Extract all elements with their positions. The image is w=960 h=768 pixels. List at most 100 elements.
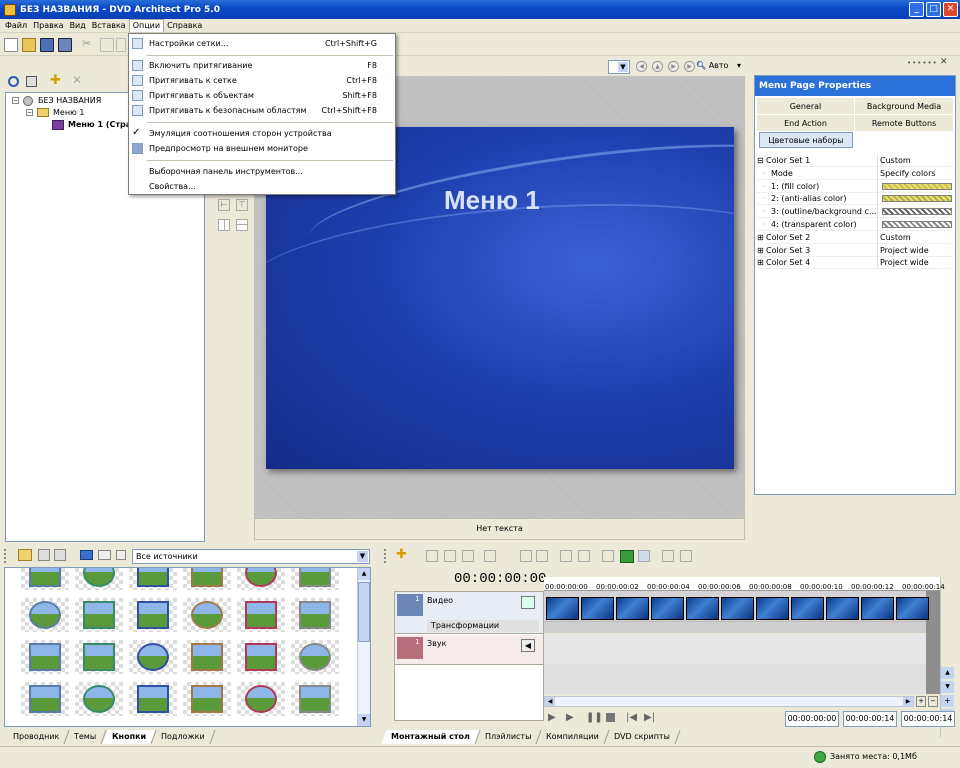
video-frame[interactable] bbox=[861, 597, 894, 620]
property-value[interactable]: Project wide bbox=[877, 243, 953, 257]
property-value[interactable]: Custom bbox=[877, 154, 953, 167]
color-swatch[interactable] bbox=[882, 182, 952, 190]
menu-title[interactable]: Меню 1 bbox=[444, 185, 540, 216]
new-icon[interactable] bbox=[4, 38, 18, 52]
button-thumbnail[interactable] bbox=[129, 568, 177, 590]
property-value[interactable]: Project wide bbox=[877, 256, 953, 270]
property-row[interactable]: · 3: (outline/background c... bbox=[757, 205, 953, 219]
property-value[interactable]: Specify colors bbox=[877, 166, 953, 180]
grid-v-icon[interactable] bbox=[236, 219, 248, 231]
menu-grid-settings[interactable]: Настройки сетки... Ctrl+Shift+G bbox=[129, 36, 395, 51]
button-thumbnail[interactable] bbox=[237, 640, 285, 674]
menu-aspect-emulation[interactable]: ✓ Эмуляция соотношения сторон устройства bbox=[129, 126, 395, 141]
next-icon[interactable]: ▶ bbox=[668, 61, 679, 72]
selection-start[interactable]: 00:00:00:00 bbox=[785, 711, 839, 727]
expand-icon[interactable]: ⊟ bbox=[757, 154, 764, 167]
play-from-start-icon[interactable]: ▶ bbox=[548, 712, 556, 723]
expand-icon[interactable]: ⊞ bbox=[757, 231, 764, 244]
tree-root[interactable]: БЕЗ НАЗВАНИЯ bbox=[38, 96, 101, 105]
grid-h-icon[interactable] bbox=[218, 219, 230, 231]
button-thumbnail[interactable] bbox=[129, 640, 177, 674]
color-swatch[interactable] bbox=[882, 221, 952, 228]
timeline-hscroll[interactable]: ◀ ▶ bbox=[544, 696, 914, 707]
target-icon[interactable] bbox=[8, 76, 19, 87]
video-frame[interactable] bbox=[721, 597, 754, 620]
speaker-icon[interactable]: ◀ bbox=[521, 639, 535, 652]
folder-up-icon[interactable] bbox=[18, 549, 32, 561]
menu-customize-toolbar[interactable]: Выборочная панель инструментов... bbox=[129, 164, 395, 179]
add-icon[interactable]: ✚ bbox=[50, 73, 61, 88]
button-thumbnail[interactable] bbox=[21, 598, 69, 632]
button-thumbnail[interactable] bbox=[183, 682, 231, 716]
chevron-down-icon[interactable]: ▼ bbox=[357, 551, 368, 562]
video-frame[interactable] bbox=[791, 597, 824, 620]
video-frame[interactable] bbox=[686, 597, 719, 620]
tab-backgrounds[interactable]: Подложки bbox=[151, 730, 215, 744]
button-thumbnail[interactable] bbox=[75, 682, 123, 716]
prev-icon[interactable]: ◀ bbox=[636, 61, 647, 72]
view-list-icon[interactable] bbox=[116, 550, 126, 560]
tool-icon[interactable] bbox=[578, 550, 590, 562]
tool-icon[interactable] bbox=[638, 550, 650, 562]
transform-label[interactable]: Трансформации bbox=[427, 620, 539, 632]
transform-lane[interactable] bbox=[544, 621, 940, 633]
menu-enable-snap[interactable]: Включить притягивание F8 bbox=[129, 58, 395, 73]
up-icon[interactable]: ▲ bbox=[652, 61, 663, 72]
preview-select[interactable]: ▼ bbox=[608, 60, 630, 74]
close-panel-icon[interactable]: ✕ bbox=[940, 57, 948, 67]
property-row[interactable]: · 4: (transparent color) bbox=[757, 218, 953, 231]
tab-end-action[interactable]: End Action bbox=[757, 115, 854, 131]
button-thumbnail[interactable] bbox=[291, 682, 339, 716]
menu-snap-objects[interactable]: Притягивать к объектам Shift+F8 bbox=[129, 88, 395, 103]
save-icon[interactable] bbox=[40, 38, 54, 52]
view-small-icon[interactable] bbox=[98, 550, 111, 560]
add-track-icon[interactable]: ✚ bbox=[396, 547, 407, 562]
menu-help[interactable]: Справка bbox=[164, 19, 205, 33]
go-start-icon[interactable]: |◀ bbox=[626, 712, 637, 723]
snap-icon[interactable] bbox=[620, 550, 634, 563]
tab-themes[interactable]: Темы bbox=[64, 730, 108, 744]
menu-edit[interactable]: Правка bbox=[30, 19, 66, 33]
property-row[interactable]: · 2: (anti-alias color) bbox=[757, 192, 953, 206]
folder-new-icon[interactable] bbox=[38, 549, 50, 561]
zoom-control[interactable]: 🔍︎ Авто ▾ bbox=[696, 59, 748, 73]
tool-icon[interactable] bbox=[680, 550, 692, 562]
selection-end[interactable]: 00:00:00:14 bbox=[843, 711, 897, 727]
button-thumbnail[interactable] bbox=[21, 682, 69, 716]
audio-track-header[interactable]: 1 Звук ◀ bbox=[395, 635, 543, 665]
tab-dvd-scripts[interactable]: DVD скрипты bbox=[604, 730, 681, 744]
library-scrollbar[interactable]: ▲ ▼ bbox=[357, 568, 370, 726]
marker-icon[interactable] bbox=[484, 550, 496, 562]
tree-menu-page[interactable]: Меню 1 (Стра bbox=[68, 120, 131, 129]
delete-icon[interactable]: ✕ bbox=[72, 73, 82, 87]
video-frame[interactable] bbox=[546, 597, 579, 620]
tab-playlists[interactable]: Плэйлисты bbox=[475, 730, 542, 744]
property-row[interactable]: ⊞ Color Set 2 Custom bbox=[757, 230, 953, 244]
video-frame[interactable] bbox=[756, 597, 789, 620]
button-thumbnail[interactable] bbox=[183, 640, 231, 674]
tool-icon[interactable] bbox=[444, 550, 456, 562]
property-row[interactable]: ⊞ Color Set 4 Project wide bbox=[757, 256, 953, 270]
tool-icon[interactable] bbox=[602, 550, 614, 562]
square-icon[interactable] bbox=[26, 76, 37, 87]
video-frame[interactable] bbox=[826, 597, 859, 620]
tree-menu[interactable]: Меню 1 bbox=[53, 108, 84, 117]
button-thumbnail[interactable] bbox=[291, 640, 339, 674]
menu-view[interactable]: Вид bbox=[67, 19, 89, 33]
video-frame[interactable] bbox=[896, 597, 929, 620]
paste-icon[interactable] bbox=[116, 38, 126, 52]
minimize-button[interactable]: _ bbox=[909, 2, 924, 17]
video-frame[interactable] bbox=[651, 597, 684, 620]
button-thumbnail[interactable] bbox=[129, 682, 177, 716]
distribute-h-icon[interactable]: ⊢ bbox=[218, 199, 230, 211]
button-thumbnail[interactable] bbox=[129, 598, 177, 632]
button-thumbnail[interactable] bbox=[183, 568, 231, 590]
open-icon[interactable] bbox=[22, 38, 36, 52]
property-row[interactable]: ⊞ Color Set 3 Project wide bbox=[757, 243, 953, 257]
forward-icon[interactable]: ▶ bbox=[684, 61, 695, 72]
audio-track[interactable] bbox=[544, 634, 940, 664]
play-icon[interactable]: ▶ bbox=[566, 712, 574, 723]
pause-icon[interactable]: ❚❚ bbox=[586, 712, 603, 723]
view-large-icon[interactable] bbox=[80, 550, 93, 560]
property-row[interactable]: ⊟ Color Set 1 Custom bbox=[757, 154, 953, 167]
